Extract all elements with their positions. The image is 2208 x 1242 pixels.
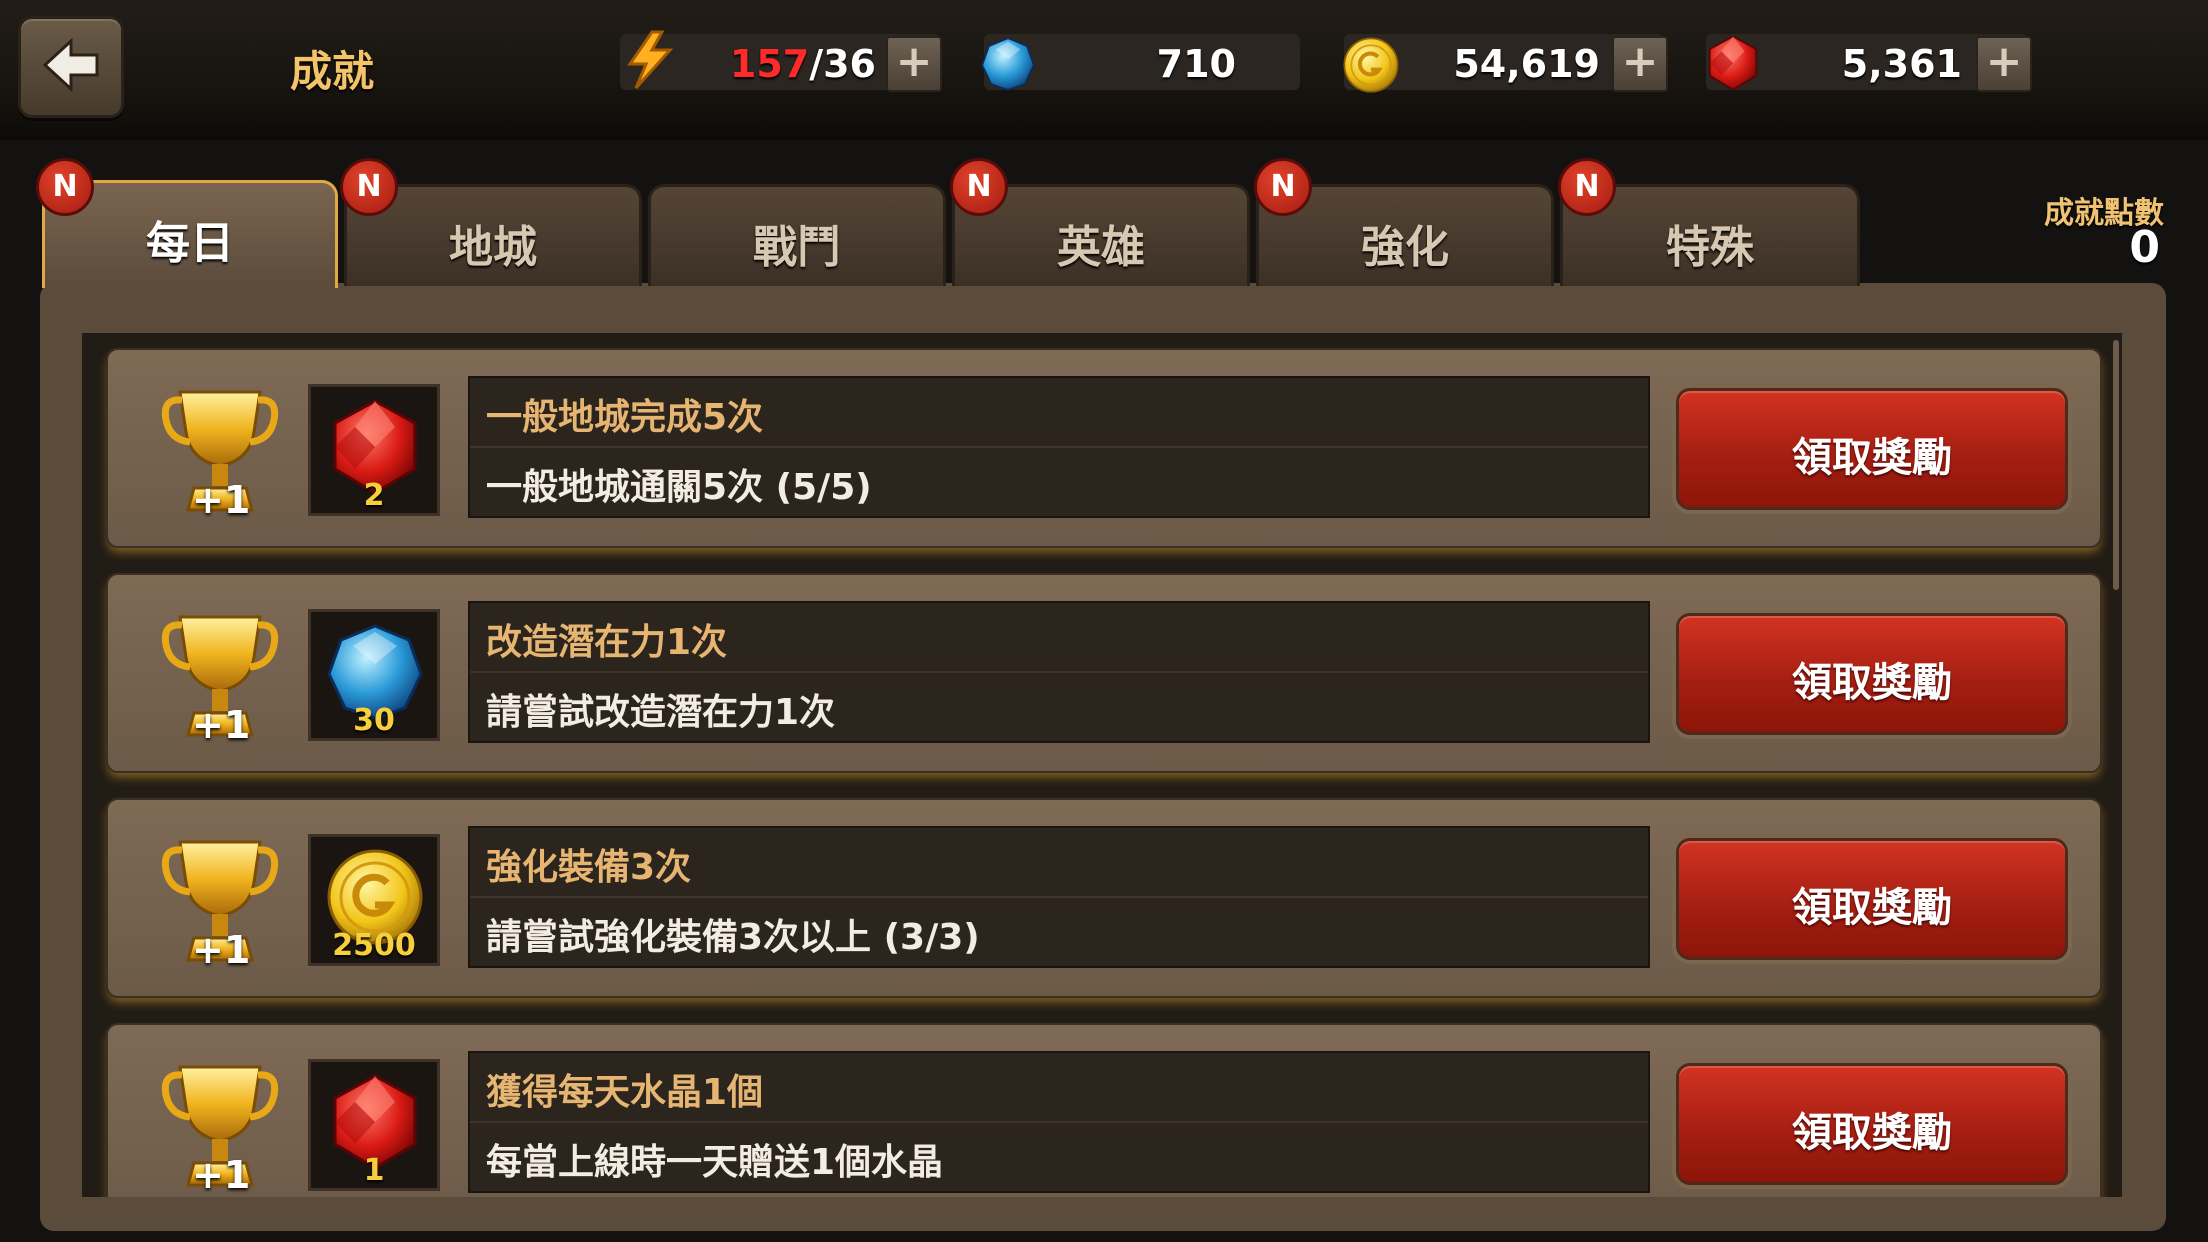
gold-coin-icon xyxy=(1342,36,1400,94)
new-badge: N xyxy=(950,158,1008,216)
gold-value: 54,619 xyxy=(1453,42,1600,86)
achievement-description: 請嘗試改造潛在力1次 xyxy=(486,692,836,733)
stamina-max: /36 xyxy=(809,42,876,86)
achievement-text: 一般地城完成5次 一般地城通關5次 (5/5) xyxy=(468,376,1650,518)
achievement-description: 請嘗試強化裝備3次以上 (3/3) xyxy=(486,917,980,958)
divider xyxy=(470,446,1648,448)
claim-reward-button[interactable]: 領取獎勵 xyxy=(1676,388,2068,510)
stamina-value: 157/36 xyxy=(700,36,876,92)
reward-slot: 30 xyxy=(308,609,440,741)
new-badge: N xyxy=(36,158,94,216)
claim-reward-label: 領取獎勵 xyxy=(1792,885,1952,931)
reward-quantity: 1 xyxy=(363,1153,385,1188)
tab-special-label: 特殊 xyxy=(1666,222,1754,273)
arrow-left-icon xyxy=(42,37,99,93)
new-badge: N xyxy=(1558,158,1616,216)
achievement-title: 改造潛在力1次 xyxy=(486,622,728,663)
achievement-description: 每當上線時一天贈送1個水晶 xyxy=(486,1142,944,1183)
achievement-title: 強化裝備3次 xyxy=(486,847,692,888)
stamina-current: 157 xyxy=(729,42,810,86)
claim-reward-label: 領取獎勵 xyxy=(1792,660,1952,706)
achievement-title: 一般地城完成5次 xyxy=(486,397,764,438)
list-item: +1 2 一般地城完成5次 一般地城通關5次 (5/5) 領取獎勵 xyxy=(106,348,2102,548)
tab-battle[interactable]: 戰鬥 xyxy=(648,184,946,286)
tab-dungeon-label: 地城 xyxy=(449,222,537,273)
trophy-bonus: +1 xyxy=(192,478,251,522)
claim-reward-button[interactable]: 領取獎勵 xyxy=(1676,1063,2068,1185)
claim-reward-button[interactable]: 領取獎勵 xyxy=(1676,838,2068,960)
new-badge: N xyxy=(340,158,398,216)
list-item: +1 2500 強化裝備3次 請嘗試強化裝備3次以上 (3/3) 領取獎勵 xyxy=(106,798,2102,998)
add-stamina-button[interactable]: + xyxy=(886,36,942,92)
new-badge: N xyxy=(1254,158,1312,216)
divider xyxy=(470,896,1648,898)
back-button[interactable] xyxy=(18,16,124,118)
tab-hero-label: 英雄 xyxy=(1057,222,1145,273)
claim-reward-label: 領取獎勵 xyxy=(1792,1110,1952,1156)
claim-reward-label: 領取獎勵 xyxy=(1792,435,1952,481)
list-item: +1 1 獲得每天水晶1個 每當上線時一天贈送1個水晶 領取獎勵 xyxy=(106,1023,2102,1197)
reward-slot: 2 xyxy=(308,384,440,516)
achievement-points-value: 0 xyxy=(2129,222,2160,273)
blue-gem-value: 710 xyxy=(1156,42,1236,86)
tab-battle-label: 戰鬥 xyxy=(753,222,841,273)
reward-quantity: 30 xyxy=(353,703,395,738)
add-gold-button[interactable]: + xyxy=(1612,36,1668,92)
trophy-bonus: +1 xyxy=(192,703,251,747)
lightning-icon xyxy=(627,30,674,90)
divider xyxy=(470,1121,1648,1123)
page-title: 成就 xyxy=(290,47,375,96)
blue-gem-icon xyxy=(981,37,1035,91)
claim-reward-button[interactable]: 領取獎勵 xyxy=(1676,613,2068,735)
trophy-bonus: +1 xyxy=(192,1153,251,1197)
achievement-text: 強化裝備3次 請嘗試強化裝備3次以上 (3/3) xyxy=(468,826,1650,968)
ruby-icon xyxy=(1708,35,1758,91)
add-ruby-button[interactable]: + xyxy=(1976,36,2032,92)
achievement-description: 一般地城通關5次 (5/5) xyxy=(486,467,872,508)
achievement-text: 獲得每天水晶1個 每當上線時一天贈送1個水晶 xyxy=(468,1051,1650,1193)
scrollbar[interactable] xyxy=(2113,340,2119,590)
reward-slot: 2500 xyxy=(308,834,440,966)
reward-quantity: 2 xyxy=(363,478,385,513)
tab-enhance-label: 強化 xyxy=(1361,222,1449,273)
ruby-value: 5,361 xyxy=(1841,42,1962,86)
reward-quantity: 2500 xyxy=(332,928,416,963)
achievement-title: 獲得每天水晶1個 xyxy=(486,1072,764,1113)
tab-daily-label: 每日 xyxy=(146,218,234,269)
trophy-bonus: +1 xyxy=(192,928,251,972)
achievement-list[interactable]: +1 2 一般地城完成5次 一般地城通關5次 (5/5) 領取獎勵 +1 30 … xyxy=(82,333,2122,1197)
achievement-text: 改造潛在力1次 請嘗試改造潛在力1次 xyxy=(468,601,1650,743)
list-item: +1 30 改造潛在力1次 請嘗試改造潛在力1次 領取獎勵 xyxy=(106,573,2102,773)
reward-slot: 1 xyxy=(308,1059,440,1191)
divider xyxy=(470,671,1648,673)
